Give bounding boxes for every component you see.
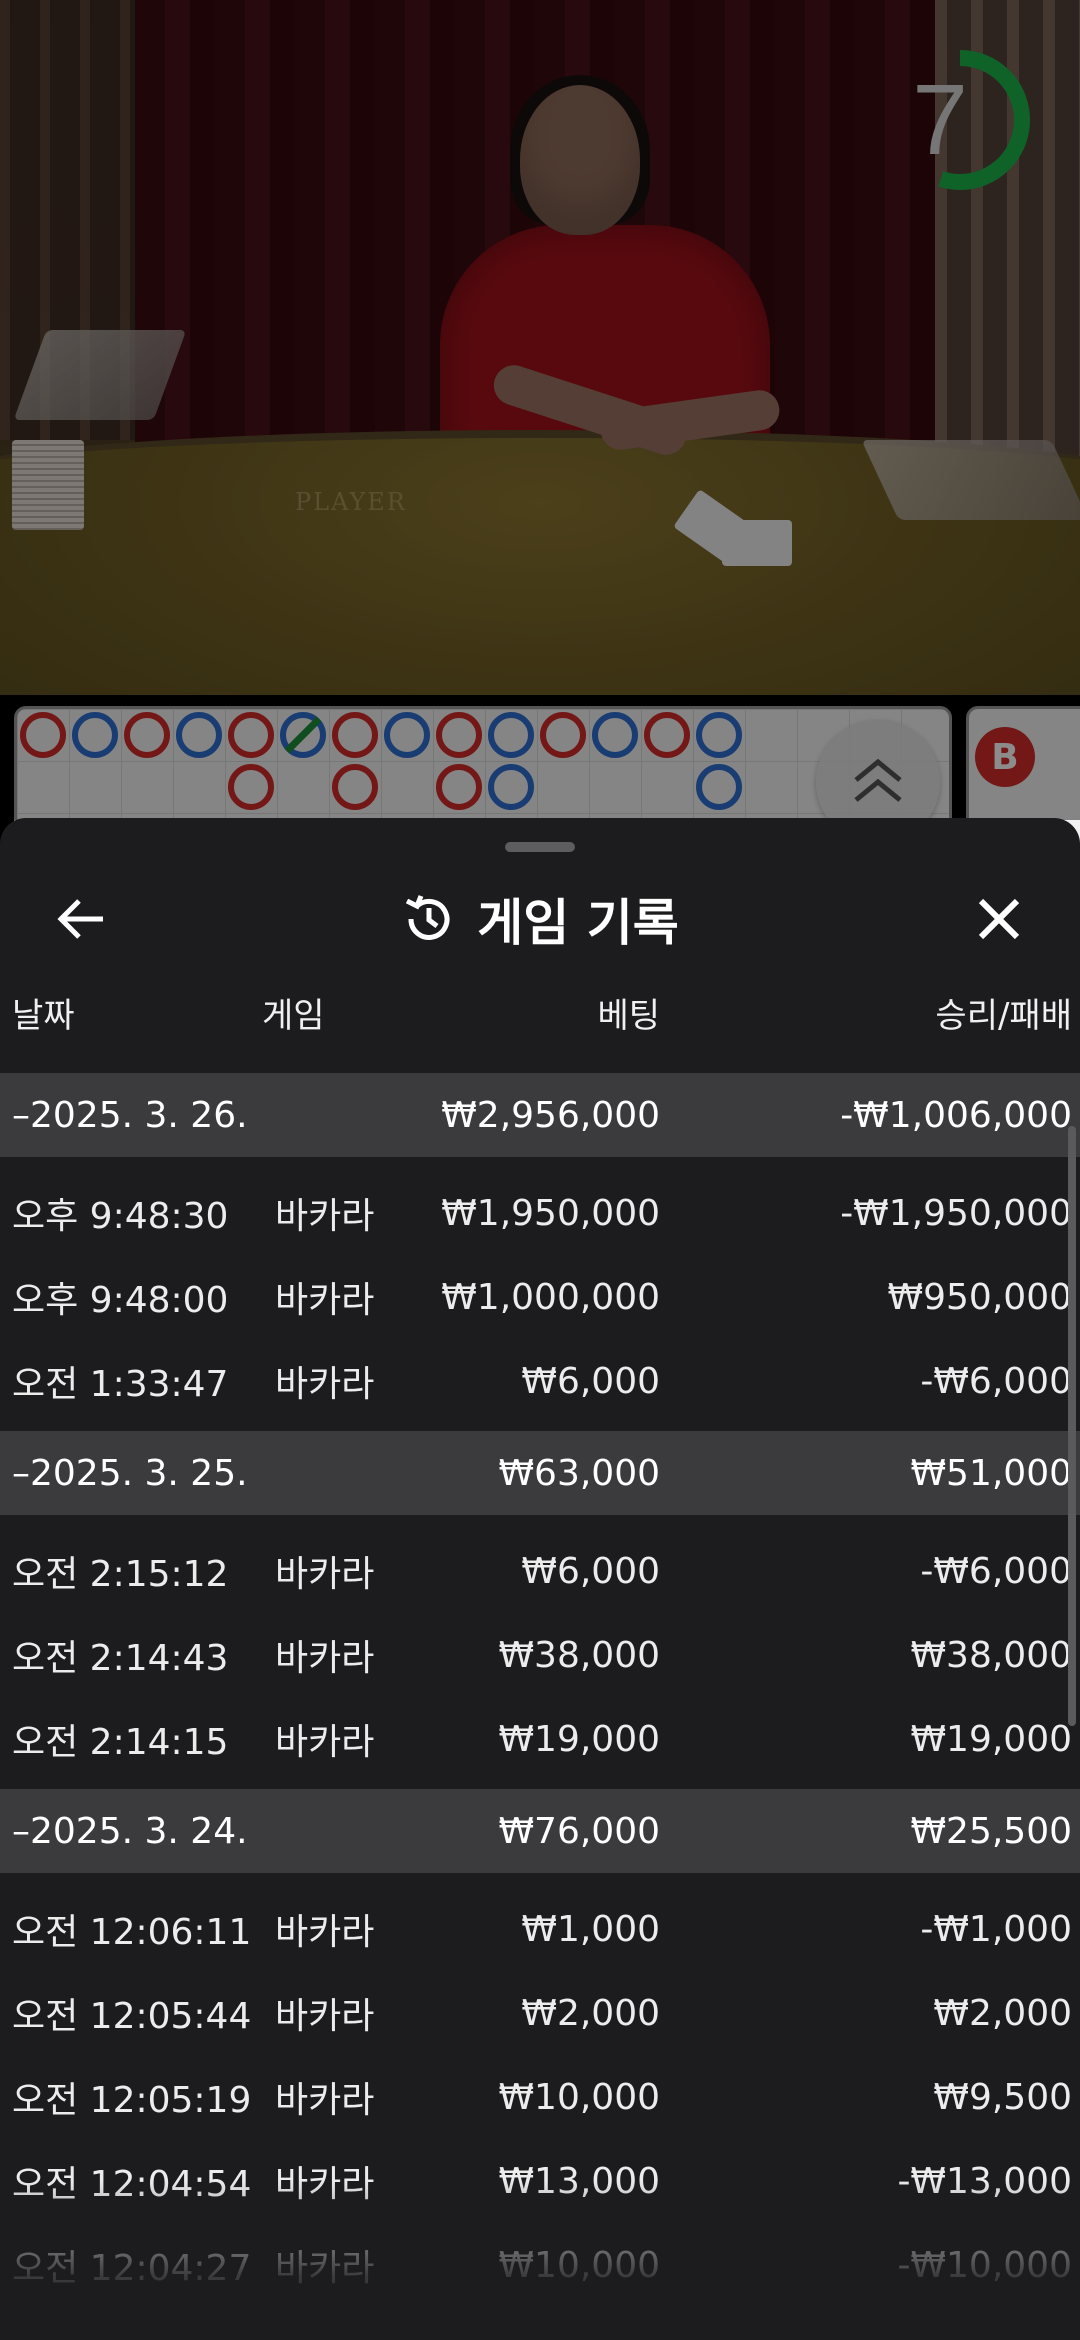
row-result: -₩6,000 [920,1550,1072,1592]
row-time: 오전 2:14:15 [12,1722,229,1763]
row-bet: ₩13,000 [498,2160,660,2202]
group-result-total: ₩51,000 [910,1452,1072,1494]
row-time: 오전 2:14:43 [12,1638,229,1679]
row-bet: ₩38,000 [498,1634,660,1676]
row-game: 바카라 [275,1196,375,1237]
table-header: 날짜 게임 베팅 승리/패배 [0,988,1080,1060]
game-history-sheet: 게임 기록 날짜 게임 베팅 승리/패배 –2025. 3. 26. ₩2,95… [0,818,1080,2340]
row-game: 바카라 [275,1280,375,1321]
row-game: 바카라 [275,1912,375,1953]
group-bet-total: ₩76,000 [498,1810,660,1852]
group-date: –2025. 3. 26. [12,1094,248,1136]
history-row[interactable]: 오전 12:04:27 바카라 ₩10,000 -₩10,000 [0,2223,1080,2307]
row-time: 오전 12:05:44 [12,1996,252,2037]
col-header-date: 날짜 [12,996,75,1036]
row-result: ₩19,000 [910,1718,1072,1760]
history-row[interactable]: 오전 12:06:11 바카라 ₩1,000 -₩1,000 [0,1887,1080,1971]
col-header-win-loss: 승리/패배 [935,996,1072,1036]
row-time: 오전 12:06:11 [12,1912,252,1953]
history-icon [406,895,450,940]
row-time: 오전 1:33:47 [12,1364,229,1405]
row-result: -₩13,000 [897,2160,1072,2202]
date-group-header[interactable]: –2025. 3. 25. ₩63,000 ₩51,000 [0,1431,1080,1515]
history-row[interactable]: 오전 2:14:15 바카라 ₩19,000 ₩19,000 [0,1697,1080,1781]
col-header-game: 게임 [262,996,325,1036]
row-time: 오전 12:04:54 [12,2164,252,2205]
row-result: -₩1,950,000 [840,1192,1072,1234]
row-game: 바카라 [275,2248,375,2289]
history-row[interactable]: 오후 9:48:00 바카라 ₩1,000,000 ₩950,000 [0,1255,1080,1339]
row-bet: ₩6,000 [521,1360,660,1402]
row-time: 오전 12:04:27 [12,2248,252,2289]
row-bet: ₩10,000 [498,2244,660,2286]
history-row[interactable]: 오전 2:15:12 바카라 ₩6,000 -₩6,000 [0,1529,1080,1613]
row-game: 바카라 [275,1638,375,1679]
row-bet: ₩1,000 [521,1908,660,1950]
row-bet: ₩1,000,000 [441,1276,660,1318]
row-bet: ₩6,000 [521,1550,660,1592]
row-bet: ₩19,000 [498,1718,660,1760]
row-result: ₩38,000 [910,1634,1072,1676]
row-time: 오전 2:15:12 [12,1554,229,1595]
row-bet: ₩10,000 [498,2076,660,2118]
row-result: -₩1,000 [920,1908,1072,1950]
group-bet-total: ₩63,000 [498,1452,660,1494]
row-result: ₩2,000 [933,1992,1072,2034]
close-button[interactable] [964,884,1034,954]
col-header-bet: 베팅 [597,996,660,1036]
modal-dim-overlay [0,0,1080,820]
history-scrollbar[interactable] [1068,1126,1076,1726]
history-row[interactable]: 오전 2:14:43 바카라 ₩38,000 ₩38,000 [0,1613,1080,1697]
row-game: 바카라 [275,2164,375,2205]
date-group-header[interactable]: –2025. 3. 26. ₩2,956,000 -₩1,006,000 [0,1073,1080,1157]
group-bet-total: ₩2,956,000 [441,1094,660,1136]
close-icon [978,898,1020,940]
group-result-total: -₩1,006,000 [840,1094,1072,1136]
history-row[interactable]: 오전 12:04:54 바카라 ₩13,000 -₩13,000 [0,2139,1080,2223]
row-game: 바카라 [275,1364,375,1405]
row-result: -₩10,000 [897,2244,1072,2286]
row-game: 바카라 [275,2080,375,2121]
group-date: –2025. 3. 24. [12,1810,248,1852]
row-game: 바카라 [275,1722,375,1763]
sheet-drag-handle[interactable] [505,842,575,852]
history-row[interactable]: 오후 9:48:30 바카라 ₩1,950,000 -₩1,950,000 [0,1171,1080,1255]
row-result: ₩950,000 [887,1276,1072,1318]
sheet-title: 게임 기록 [477,894,679,952]
history-row[interactable]: 오전 1:33:47 바카라 ₩6,000 -₩6,000 [0,1339,1080,1423]
sheet-header: 게임 기록 [0,884,1080,954]
row-time: 오후 9:48:00 [12,1280,229,1321]
date-group-header[interactable]: –2025. 3. 24. ₩76,000 ₩25,500 [0,1789,1080,1873]
group-date: –2025. 3. 25. [12,1452,248,1494]
history-list[interactable]: –2025. 3. 26. ₩2,956,000 -₩1,006,000 오후 … [0,1073,1080,2340]
row-bet: ₩2,000 [521,1992,660,2034]
row-game: 바카라 [275,1996,375,2037]
row-result: ₩9,500 [933,2076,1072,2118]
row-game: 바카라 [275,1554,375,1595]
history-row[interactable]: 오전 12:05:19 바카라 ₩10,000 ₩9,500 [0,2055,1080,2139]
row-result: -₩6,000 [920,1360,1072,1402]
row-bet: ₩1,950,000 [441,1192,660,1234]
history-row[interactable]: 오전 12:05:44 바카라 ₩2,000 ₩2,000 [0,1971,1080,2055]
group-result-total: ₩25,500 [910,1810,1072,1852]
row-time: 오전 12:05:19 [12,2080,252,2121]
row-time: 오후 9:48:30 [12,1196,229,1237]
